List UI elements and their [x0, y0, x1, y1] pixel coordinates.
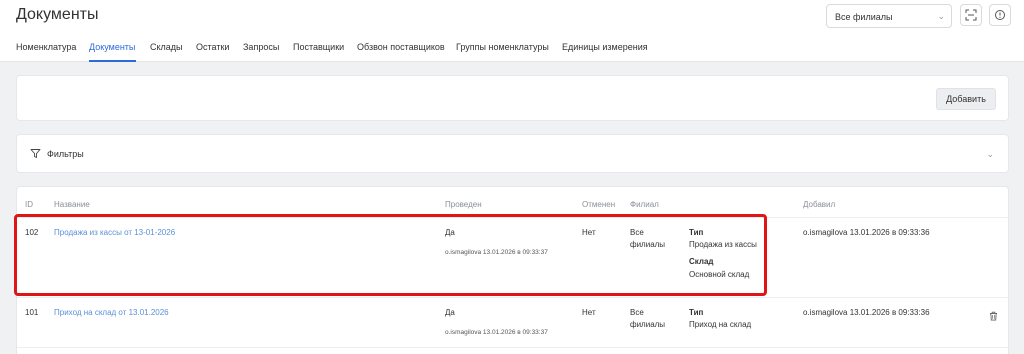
tab-requests[interactable]: Запросы	[243, 42, 279, 52]
column-header-posted: Проведен	[445, 200, 482, 209]
tab-nomenclature-groups[interactable]: Группы номенклатуры	[456, 42, 549, 52]
scan-button[interactable]	[960, 4, 982, 26]
added-by-value: o.ismagilova 13.01.2026 в 09:33:36	[803, 228, 930, 237]
column-header-name: Название	[54, 200, 90, 209]
highlight-box	[14, 214, 767, 296]
type-label: Тип	[689, 308, 704, 317]
type-value: Приход на склад	[689, 320, 752, 329]
cancelled-value: Нет	[582, 308, 596, 317]
tab-supplier-calls[interactable]: Обзвон поставщиков	[357, 42, 445, 52]
column-header-cancelled: Отменен	[582, 200, 616, 209]
tab-warehouses[interactable]: Склады	[150, 42, 183, 52]
filters-card[interactable]: Фильтры ⌄	[16, 134, 1009, 173]
posted-by: o.ismagilova 13.01.2026 в 09:33:37	[445, 329, 548, 336]
branch-value-line1: Все	[630, 308, 644, 317]
column-header-id: ID	[25, 200, 33, 209]
tab-stock[interactable]: Остатки	[196, 42, 229, 52]
branch-value-line2: филиалы	[630, 320, 666, 329]
column-header-branch: Филиал	[630, 200, 659, 209]
column-header-added-by: Добавил	[803, 200, 836, 209]
chevron-down-icon: ⌄	[937, 11, 945, 21]
tab-suppliers[interactable]: Поставщики	[293, 42, 344, 52]
tab-nav: Номенклатура Документы Склады Остатки За…	[0, 36, 1024, 62]
add-button[interactable]: Добавить	[936, 88, 996, 110]
alert-circle-icon	[995, 10, 1005, 20]
top-bar: Документы Все филиалы ⌄ Номенклатура Док…	[0, 0, 1024, 62]
filter-icon	[30, 149, 41, 158]
scan-icon	[965, 9, 977, 21]
filters-label: Фильтры	[47, 149, 84, 159]
row-id: 101	[25, 308, 39, 317]
chevron-down-icon: ⌄	[986, 149, 994, 159]
tab-units[interactable]: Единицы измерения	[562, 42, 648, 52]
actions-card: Добавить	[16, 75, 1009, 121]
document-link[interactable]: Приход на склад от 13.01.2026	[54, 308, 169, 317]
branch-select[interactable]: Все филиалы ⌄	[826, 4, 952, 28]
posted-value: Да	[445, 308, 455, 317]
row-divider	[17, 297, 1008, 298]
added-by-value: o.ismagilova 13.01.2026 в 09:33:36	[803, 308, 930, 317]
tab-nomenclature[interactable]: Номенклатура	[16, 42, 76, 52]
tab-documents[interactable]: Документы	[89, 42, 135, 52]
active-tab-underline	[89, 60, 136, 62]
page-title: Документы	[16, 6, 99, 23]
info-button[interactable]	[989, 4, 1011, 26]
trash-icon[interactable]	[989, 311, 998, 321]
branch-select-value: Все филиалы	[835, 12, 893, 22]
row-divider	[17, 347, 1008, 348]
